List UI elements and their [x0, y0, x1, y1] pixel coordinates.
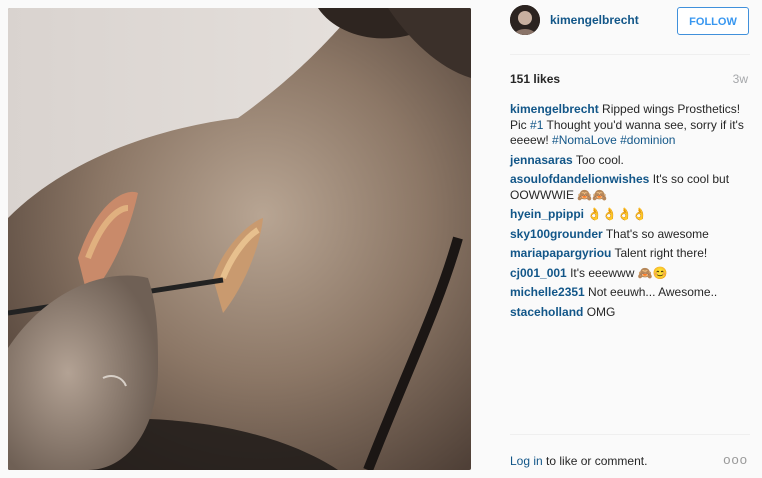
caption-username[interactable]: kimengelbrecht — [510, 102, 599, 116]
post-age[interactable]: 3w — [733, 72, 748, 86]
ellipsis-icon[interactable]: ooo — [723, 452, 748, 467]
divider — [510, 54, 750, 55]
hashtag[interactable]: #dominion — [620, 133, 675, 147]
comment-item: sky100grounder That's so awesome — [510, 227, 750, 243]
comment-item: asoulofdandelionwishes It's so cool but … — [510, 172, 750, 203]
comment-text: OMG — [583, 304, 616, 319]
comment-username[interactable]: asoulofdandelionwishes — [510, 172, 649, 186]
post-header: kimengelbrecht FOLLOW — [496, 0, 762, 42]
comment-item: staceholland OMG — [510, 305, 750, 321]
login-link[interactable]: Log in — [510, 454, 543, 468]
comment-item: jennasaras Too cool. — [510, 153, 750, 169]
comment-item: hyein_ppippi 👌👌👌👌 — [510, 207, 750, 223]
login-prompt: Log in to like or comment. — [510, 454, 647, 468]
header-username[interactable]: kimengelbrecht — [550, 13, 639, 27]
comment-text: 👌👌👌👌 — [584, 207, 648, 221]
post-photo[interactable] — [8, 8, 471, 470]
avatar-image — [510, 5, 540, 35]
login-prompt-text: to like or comment. — [542, 454, 648, 468]
hashtag[interactable]: #NomaLove — [552, 133, 617, 147]
comment-username[interactable]: michelle2351 — [510, 285, 585, 299]
comment-username[interactable]: jennasaras — [510, 153, 573, 167]
comment-text: Talent right there! — [611, 246, 708, 260]
divider — [510, 434, 750, 435]
comment-text: It's eeewww 🙈😊 — [566, 265, 668, 280]
comment-item: mariapapargyriou Talent right there! — [510, 246, 750, 262]
post-card: kimengelbrecht FOLLOW 151 likes 3w kimen… — [0, 0, 762, 478]
comment-item: michelle2351 Not eeuwh... Awesome.. — [510, 285, 750, 301]
caption: kimengelbrecht Ripped wings Prosthetics!… — [510, 102, 750, 149]
comment-username[interactable]: sky100grounder — [510, 227, 603, 241]
avatar[interactable] — [510, 5, 540, 35]
comment-username[interactable]: mariapapargyriou — [510, 246, 611, 260]
comment-text: Not eeuwh... Awesome.. — [584, 285, 718, 299]
comment-username[interactable]: cj001_001 — [510, 266, 567, 280]
comment-username[interactable]: staceholland — [510, 305, 583, 319]
comment-text: That's so awesome — [602, 226, 709, 241]
comment-username[interactable]: hyein_ppippi — [510, 207, 584, 221]
comment-text: Too cool. — [572, 152, 624, 167]
hashtag[interactable]: #1 — [530, 118, 543, 132]
comment-item: cj001_001 It's eeewww 🙈😊 — [510, 266, 750, 282]
post-sidebar: kimengelbrecht FOLLOW 151 likes 3w kimen… — [496, 0, 762, 478]
comments-list: kimengelbrecht Ripped wings Prosthetics!… — [510, 102, 750, 324]
likes-count[interactable]: 151 likes — [510, 72, 560, 86]
post-photo-image — [8, 8, 471, 470]
follow-button[interactable]: FOLLOW — [677, 7, 749, 35]
